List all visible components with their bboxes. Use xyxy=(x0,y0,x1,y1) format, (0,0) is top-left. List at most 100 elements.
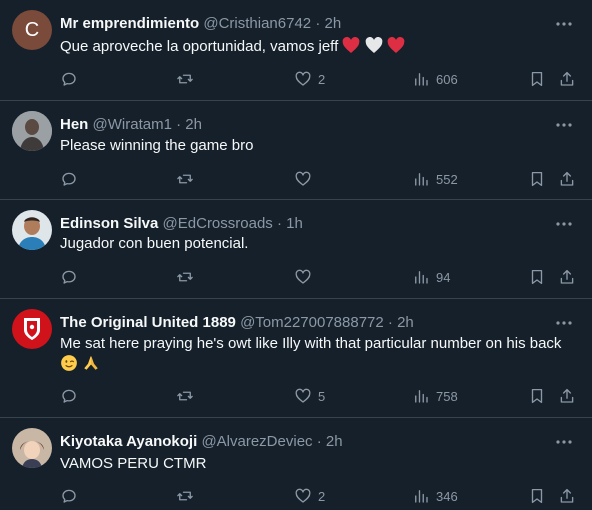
like-button[interactable]: 2 xyxy=(294,486,325,506)
views-button[interactable]: 94 xyxy=(412,267,450,287)
tweet-text-content: Jugador con buen potencial. xyxy=(60,235,249,252)
action-bar: 5 758 xyxy=(60,386,590,406)
timestamp[interactable]: 2h xyxy=(325,15,342,32)
avatar[interactable]: C xyxy=(12,10,52,50)
display-name[interactable]: Mr emprendimiento xyxy=(60,15,199,32)
heart-icon xyxy=(295,269,311,284)
bookmark-button[interactable] xyxy=(528,267,546,287)
tweet-text: Please winning the game bro xyxy=(60,136,576,156)
bookmark-button[interactable] xyxy=(528,386,546,406)
tweet-header: Kiyotaka Ayanokoji @AlvarezDeviec · 2h xyxy=(60,432,552,452)
reply-icon xyxy=(62,270,76,284)
tweet-header: Mr emprendimiento @Cristhian6742 · 2h xyxy=(60,14,552,34)
views-chart-icon xyxy=(415,271,428,284)
reply-button[interactable] xyxy=(60,267,84,287)
tweet-text-content: Me sat here praying he's owt like Illy w… xyxy=(60,335,562,352)
user-handle[interactable]: @EdCrossroads xyxy=(163,215,273,232)
tweet-text: Me sat here praying he's owt like Illy w… xyxy=(60,334,576,375)
share-button[interactable] xyxy=(558,169,576,189)
separator-dot: · xyxy=(315,15,321,32)
views-chart-icon xyxy=(415,490,428,503)
views-button[interactable]: 552 xyxy=(412,169,458,189)
view-count: 552 xyxy=(436,171,458,187)
like-count: 2 xyxy=(318,71,326,87)
tweet[interactable]: Kiyotaka Ayanokoji @AlvarezDeviec · 2h V… xyxy=(0,418,592,510)
display-name[interactable]: The Original United 1889 xyxy=(60,314,236,331)
white-heart-emoji-icon xyxy=(365,37,382,53)
timestamp[interactable]: 2h xyxy=(185,116,202,133)
tweet[interactable]: The Original United 1889 @Tom22700788877… xyxy=(0,299,592,418)
retweet-button[interactable] xyxy=(176,169,200,189)
user-handle[interactable]: @Tom227007888772 xyxy=(240,314,384,331)
share-icon xyxy=(560,488,574,503)
club-crest-avatar xyxy=(12,309,52,349)
views-button[interactable]: 346 xyxy=(412,486,458,506)
avatar[interactable] xyxy=(12,210,52,250)
more-options-icon[interactable] xyxy=(554,216,574,232)
reply-button[interactable] xyxy=(60,169,84,189)
timestamp[interactable]: 2h xyxy=(326,433,343,450)
tweet[interactable]: Edinson Silva @EdCrossroads · 1h Jugador… xyxy=(0,200,592,299)
tweet-text-content: Please winning the game bro xyxy=(60,137,254,154)
bookmark-button[interactable] xyxy=(528,69,546,89)
tweet-text-content: VAMOS PERU CTMR xyxy=(60,455,207,472)
retweet-button[interactable] xyxy=(176,69,200,89)
like-count: 2 xyxy=(318,488,326,504)
separator-dot: · xyxy=(176,116,182,133)
reply-icon xyxy=(62,72,76,86)
share-button[interactable] xyxy=(558,486,576,506)
display-name[interactable]: Hen xyxy=(60,116,88,133)
retweet-icon xyxy=(177,74,193,84)
like-button[interactable] xyxy=(294,169,318,189)
retweet-button[interactable] xyxy=(176,386,200,406)
view-count: 94 xyxy=(436,269,451,285)
red-heart-emoji-icon xyxy=(387,37,405,53)
more-options-icon[interactable] xyxy=(554,16,574,32)
view-count: 606 xyxy=(436,71,458,87)
reply-button[interactable] xyxy=(60,386,84,406)
views-chart-icon xyxy=(415,173,428,186)
reply-button[interactable] xyxy=(60,486,84,506)
share-button[interactable] xyxy=(558,69,576,89)
timestamp[interactable]: 1h xyxy=(286,215,303,232)
bookmark-button[interactable] xyxy=(528,169,546,189)
bookmark-button[interactable] xyxy=(528,486,546,506)
tweet[interactable]: C Mr emprendimiento @Cristhian6742 · 2h … xyxy=(0,0,592,101)
retweet-icon xyxy=(177,391,193,401)
reply-feed: C Mr emprendimiento @Cristhian6742 · 2h … xyxy=(0,0,592,510)
share-button[interactable] xyxy=(558,386,576,406)
more-options-icon[interactable] xyxy=(554,117,574,133)
avatar[interactable] xyxy=(12,111,52,151)
tweet-header: The Original United 1889 @Tom22700788877… xyxy=(60,313,552,333)
bookmark-icon xyxy=(531,388,543,404)
tweet[interactable]: Hen @Wiratam1 · 2h Please winning the ga… xyxy=(0,101,592,200)
like-button[interactable]: 5 xyxy=(294,386,325,406)
display-name[interactable]: Kiyotaka Ayanokoji xyxy=(60,433,197,450)
retweet-button[interactable] xyxy=(176,267,200,287)
action-bar: 2 346 xyxy=(60,486,590,506)
share-button[interactable] xyxy=(558,267,576,287)
user-handle[interactable]: @Wiratam1 xyxy=(93,116,172,133)
views-button[interactable]: 758 xyxy=(412,386,458,406)
like-button[interactable]: 2 xyxy=(294,69,325,89)
user-handle[interactable]: @Cristhian6742 xyxy=(203,15,311,32)
retweet-icon xyxy=(177,491,193,501)
more-options-icon[interactable] xyxy=(554,434,574,450)
reply-button[interactable] xyxy=(60,69,84,89)
views-button[interactable]: 606 xyxy=(412,69,458,89)
display-name[interactable]: Edinson Silva xyxy=(60,215,158,232)
heart-icon xyxy=(295,71,311,86)
like-count: 5 xyxy=(318,388,326,404)
more-options-icon[interactable] xyxy=(554,315,574,331)
retweet-icon xyxy=(177,174,193,184)
avatar[interactable] xyxy=(12,428,52,468)
like-button[interactable] xyxy=(294,267,318,287)
retweet-button[interactable] xyxy=(176,486,200,506)
timestamp[interactable]: 2h xyxy=(397,314,414,331)
tweet-text: VAMOS PERU CTMR xyxy=(60,454,576,474)
user-handle[interactable]: @AlvarezDeviec xyxy=(201,433,312,450)
separator-dot: · xyxy=(316,433,322,450)
action-bar: 94 xyxy=(60,267,590,287)
tweet-text: Jugador con buen potencial. xyxy=(60,234,576,254)
avatar[interactable] xyxy=(12,309,52,349)
